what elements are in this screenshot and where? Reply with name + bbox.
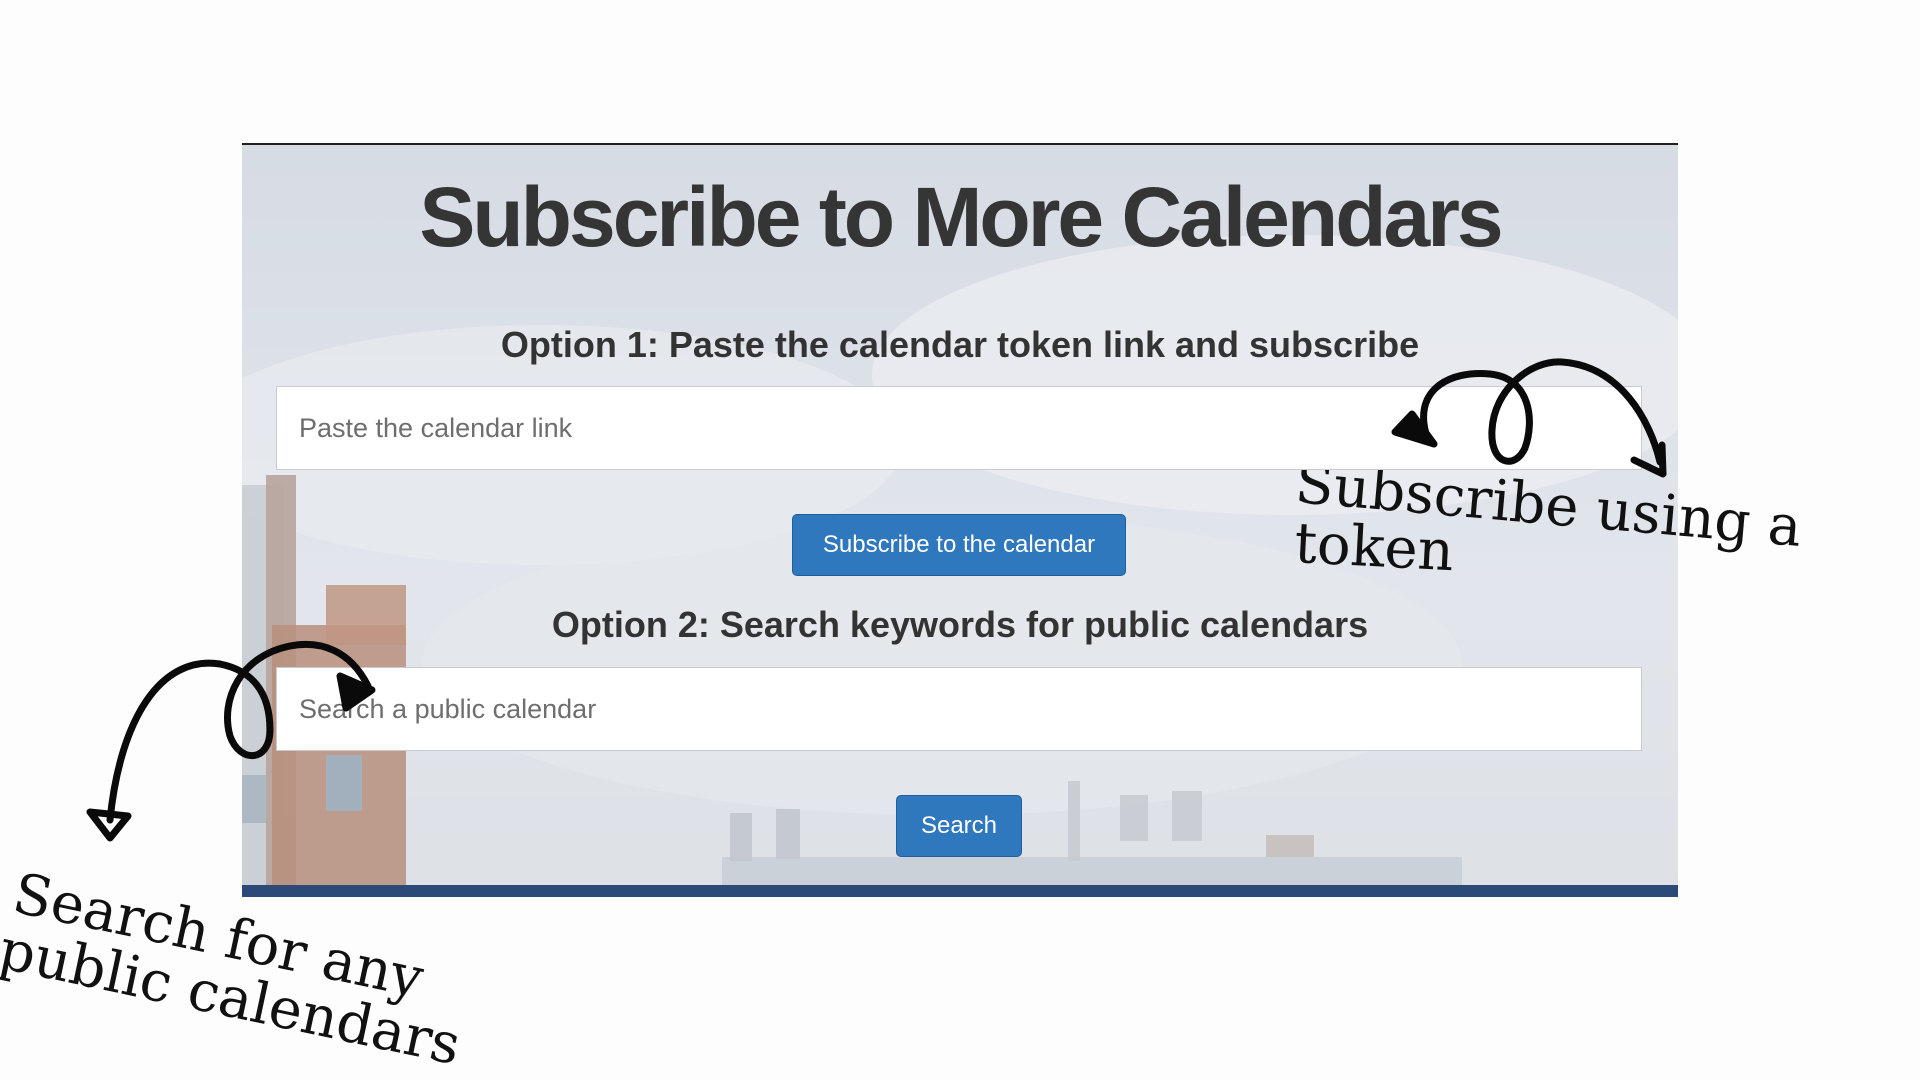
page-title: Subscribe to More Calendars	[419, 170, 1503, 264]
screenshot-panel: Subscribe to More Calendars Option 1: Pa…	[242, 143, 1678, 897]
option1-heading: Option 1: Paste the calendar token link …	[500, 324, 1420, 365]
option2-heading: Option 2: Search keywords for public cal…	[551, 604, 1369, 645]
subscribe-form: Subscribe to More Calendars Option 1: Pa…	[242, 145, 1678, 897]
calendar-link-input[interactable]	[276, 386, 1642, 470]
subscribe-button[interactable]: Subscribe to the calendar	[792, 514, 1126, 576]
public-calendar-search-input[interactable]	[276, 667, 1642, 751]
search-button[interactable]: Search	[896, 795, 1022, 857]
